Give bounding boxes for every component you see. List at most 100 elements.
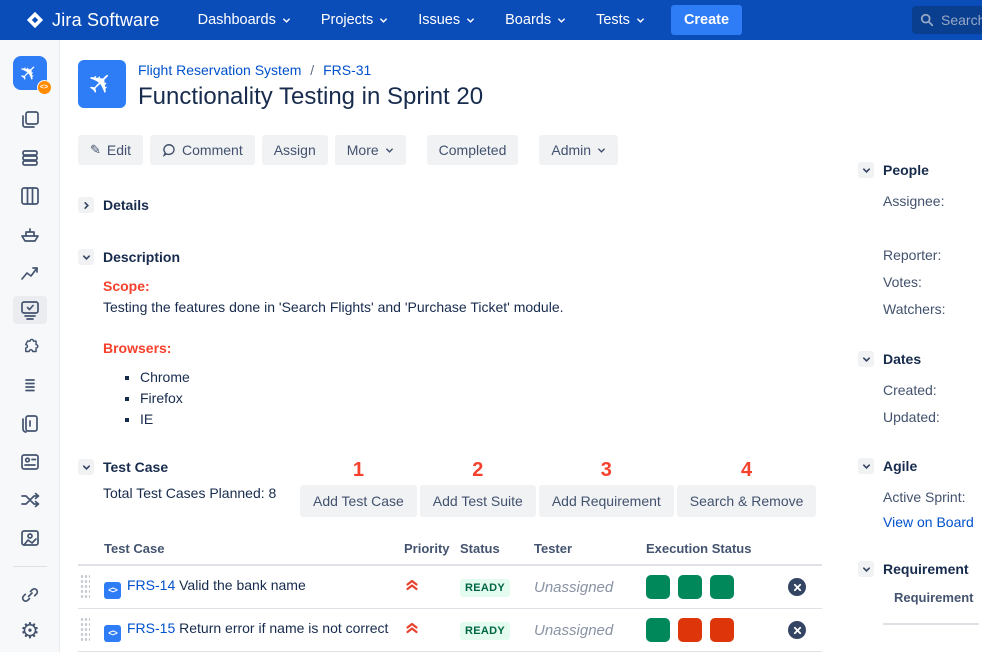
chevron-down-icon xyxy=(557,16,566,25)
details-section-header[interactable]: Details xyxy=(78,197,858,213)
nav-item-issues[interactable]: Issues xyxy=(418,12,475,28)
image-icon[interactable] xyxy=(13,524,47,552)
nav-item-projects[interactable]: Projects xyxy=(321,12,388,28)
contact-card-icon[interactable] xyxy=(13,448,47,476)
dense-stack-icon[interactable] xyxy=(13,372,47,400)
nav-item-dashboards[interactable]: Dashboards xyxy=(198,12,291,28)
puzzle-icon[interactable] xyxy=(13,334,47,362)
breadcrumb-separator: / xyxy=(310,62,314,78)
requirement-field-label: Requirement xyxy=(894,590,982,605)
people-fields: Assignee:Reporter:Votes:Watchers: xyxy=(883,191,982,319)
browser-item: Firefox xyxy=(140,388,858,408)
tester-value[interactable]: Unassigned xyxy=(534,622,646,639)
shuffle-icon[interactable] xyxy=(13,486,47,514)
chevron-down-icon xyxy=(636,16,645,25)
more-button[interactable]: More xyxy=(335,135,406,165)
assign-button[interactable]: Assign xyxy=(262,135,328,165)
add-test-case-button[interactable]: Add Test Case xyxy=(300,485,417,517)
scope-label: Scope: xyxy=(103,276,858,296)
annotation-number: 3 xyxy=(601,459,612,485)
remove-test-case-button[interactable] xyxy=(788,578,806,596)
people-section-header[interactable]: People xyxy=(858,162,982,178)
drag-handle[interactable] xyxy=(80,574,90,600)
code-badge-icon: <> xyxy=(37,80,52,95)
tester-value[interactable]: Unassigned xyxy=(534,579,646,596)
field-label: Reporter: xyxy=(883,245,982,265)
test-case-row: <>FRS-15 Return error if name is not cor… xyxy=(78,609,822,652)
breadcrumb-project-link[interactable]: Flight Reservation System xyxy=(138,62,301,78)
search-box[interactable] xyxy=(912,6,982,34)
annotation-number: 1 xyxy=(353,459,364,485)
jira-diamond-icon xyxy=(26,11,44,29)
comment-button[interactable]: Comment xyxy=(150,135,255,165)
requirement-divider xyxy=(883,623,979,625)
drag-handle[interactable] xyxy=(80,617,90,643)
agile-section-header[interactable]: Agile xyxy=(858,458,982,474)
test-case-section-header[interactable]: Test Case xyxy=(78,459,300,475)
description-section-header[interactable]: Description xyxy=(78,249,858,265)
remove-test-case-button[interactable] xyxy=(788,621,806,639)
dates-fields: Created:Updated: xyxy=(883,380,982,427)
project-sidebar: ✈ <> ⚙ xyxy=(0,40,60,652)
breadcrumb-issue-link[interactable]: FRS-31 xyxy=(323,62,371,78)
requirement-section: Requirement Requirement xyxy=(858,561,982,625)
dates-section-header[interactable]: Dates xyxy=(858,351,982,367)
boards-layers-icon[interactable] xyxy=(13,106,47,134)
test-monitor-icon[interactable] xyxy=(13,296,47,324)
add-requirement-button[interactable]: Add Requirement xyxy=(539,485,674,517)
backlog-stack-icon[interactable] xyxy=(13,144,47,172)
chevron-down-icon xyxy=(858,561,874,577)
admin-button[interactable]: Admin xyxy=(539,135,618,165)
board-columns-icon[interactable] xyxy=(13,182,47,210)
execution-status-green[interactable] xyxy=(646,575,670,599)
status-badge: READY xyxy=(460,579,510,597)
test-case-row: <> FRS-14 Valid the bank name READY Unassig… xyxy=(78,566,822,609)
edit-button[interactable]: ✎ Edit xyxy=(78,135,143,165)
search-input[interactable] xyxy=(941,12,982,28)
view-on-board-link[interactable]: View on Board xyxy=(883,514,982,530)
column-header: Status xyxy=(460,541,534,556)
execution-status-green[interactable] xyxy=(646,618,670,642)
test-case-key-link[interactable]: FRS-15 xyxy=(127,620,175,636)
releases-ship-icon[interactable] xyxy=(13,220,47,248)
reports-chart-icon[interactable] xyxy=(13,258,47,286)
jira-logo[interactable]: Jira Software xyxy=(26,10,160,31)
issue-side-panel: People Assignee:Reporter:Votes:Watchers:… xyxy=(858,40,982,652)
issue-main: ✈ Flight Reservation System / FRS-31 Fun… xyxy=(60,40,858,652)
tc-button-group: 3Add Requirement xyxy=(539,459,674,517)
test-case-type-icon: <> xyxy=(104,582,121,599)
sidebar-icon-list xyxy=(13,106,47,609)
field-label: Assignee: xyxy=(883,191,982,211)
browser-list: ChromeFirefoxIE xyxy=(140,367,858,429)
chevron-down-icon xyxy=(379,16,388,25)
tc-button-group: 1Add Test Case xyxy=(300,459,417,517)
agile-fields: Active Sprint: xyxy=(883,487,982,507)
table-header-row: Test CasePriorityStatusTesterExecution S… xyxy=(78,535,822,566)
link-icon[interactable] xyxy=(13,581,47,609)
sidebar-divider xyxy=(13,566,47,567)
search-icon xyxy=(920,13,934,27)
app-title: Jira Software xyxy=(52,10,160,31)
nav-item-boards[interactable]: Boards xyxy=(505,12,566,28)
field-label: Watchers: xyxy=(883,299,982,319)
add-test-suite-button[interactable]: Add Test Suite xyxy=(420,485,536,517)
execution-status-green[interactable] xyxy=(710,575,734,599)
execution-status-green[interactable] xyxy=(678,575,702,599)
requirement-section-header[interactable]: Requirement xyxy=(858,561,982,577)
project-avatar[interactable]: ✈ <> xyxy=(13,56,47,90)
scope-text: Testing the features done in 'Search Fli… xyxy=(103,297,858,317)
agile-section: Agile Active Sprint: View on Board xyxy=(858,458,982,530)
gear-icon[interactable]: ⚙ xyxy=(20,618,40,644)
pages-icon[interactable] xyxy=(13,410,47,438)
execution-status-red[interactable] xyxy=(710,618,734,642)
create-button[interactable]: Create xyxy=(671,5,742,35)
chevron-right-icon xyxy=(78,197,94,213)
execution-status-red[interactable] xyxy=(678,618,702,642)
search-remove-button[interactable]: Search & Remove xyxy=(677,485,817,517)
test-case-summary: Valid the bank name xyxy=(175,577,306,593)
issue-header: ✈ Flight Reservation System / FRS-31 Fun… xyxy=(78,60,858,111)
nav-item-tests[interactable]: Tests xyxy=(596,12,645,28)
test-case-key-link[interactable]: FRS-14 xyxy=(127,577,175,593)
completed-button[interactable]: Completed xyxy=(427,135,519,165)
annotation-number: 2 xyxy=(472,459,483,485)
